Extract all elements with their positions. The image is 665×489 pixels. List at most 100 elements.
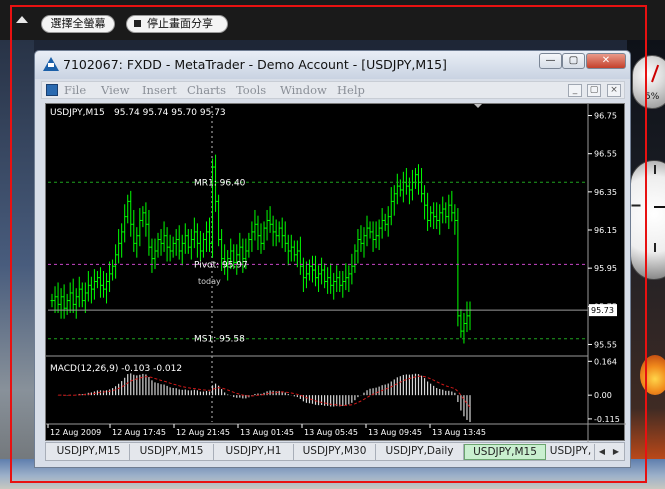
- time-tick-label: 13 Aug 09:45: [368, 428, 422, 437]
- ohlc-bar: [286, 234, 290, 266]
- ohlc-bar: [165, 227, 169, 262]
- ohlc-bar: [262, 221, 266, 251]
- ohlc-bar: [53, 286, 57, 313]
- ohlc-bar: [111, 259, 115, 281]
- ohlc-bar: [289, 234, 293, 262]
- macd-signal-line: [58, 375, 471, 408]
- ohlc-bar: [159, 229, 163, 256]
- ohlc-bar: [129, 190, 133, 237]
- ohlc-bar: [365, 215, 369, 247]
- ohlc-bar: [268, 206, 272, 233]
- ohlc-bar: [350, 253, 354, 285]
- ohlc-bar: [62, 284, 66, 319]
- ohlc-bar: [123, 204, 127, 243]
- ohlc-bar: [459, 309, 463, 338]
- desktop-left-strip: [0, 40, 34, 489]
- maximize-button[interactable]: ▢: [562, 53, 585, 69]
- tab-prev-icon[interactable]: ◀: [596, 445, 608, 459]
- menu-help[interactable]: Help: [337, 83, 365, 97]
- ohlc-bar: [132, 209, 136, 252]
- ohlc-bar: [468, 301, 472, 331]
- ohlc-bar: [386, 206, 390, 237]
- price-tick-label: 96.35: [594, 188, 617, 197]
- ohlc-bar: [114, 244, 118, 279]
- ohlc-bar: [174, 229, 178, 256]
- ohlc-bar: [356, 229, 360, 264]
- screen-share-toolbar: 選擇全螢幕 停止畫面分享: [0, 0, 665, 40]
- ohlc-bar: [301, 257, 305, 292]
- document-icon: [46, 84, 58, 96]
- clock-gadget[interactable]: [630, 160, 665, 280]
- ohlc-bar: [332, 272, 336, 300]
- menu-charts[interactable]: Charts: [187, 83, 226, 97]
- menu-window[interactable]: Window: [280, 83, 327, 97]
- macd-indicator: [57, 373, 471, 423]
- menu-tools[interactable]: Tools: [236, 83, 266, 97]
- time-tick-label: 13 Aug 13:45: [432, 428, 486, 437]
- collapse-arrow-icon[interactable]: [16, 16, 28, 23]
- ohlc-bar: [368, 221, 372, 239]
- ohlc-bar: [377, 219, 381, 251]
- tab-usdjpy-m15-2[interactable]: USDJPY,M15: [130, 444, 214, 460]
- pivot-levels: MR1: 96.40 Pivot: 95.97 MS1: 95.58: [48, 178, 588, 345]
- tab-usdjpy-daily[interactable]: USDJPY,Daily: [376, 444, 464, 460]
- ohlc-bar: [183, 223, 187, 254]
- ohlc-bar: [441, 196, 445, 224]
- tab-usdjpy-m15-1[interactable]: USDJPY,M15: [48, 444, 130, 460]
- macd-label: MACD(12,26,9) -0.103 -0.012: [50, 364, 182, 374]
- ohlc-bar: [404, 168, 408, 195]
- menu-view[interactable]: View: [101, 83, 129, 97]
- ohlc-bar: [105, 272, 109, 304]
- ohlc-bar: [298, 236, 302, 275]
- close-button[interactable]: ✕: [586, 53, 626, 69]
- time-tick-label: 13 Aug 01:45: [240, 428, 294, 437]
- time-tick-label: 13 Aug 05:45: [304, 428, 358, 437]
- ohlc-bar: [168, 234, 172, 262]
- chart-grid: [46, 104, 626, 442]
- ohlc-bar: [195, 223, 199, 258]
- title-bar[interactable]: 7102067: FXDD - MetaTrader - Demo Accoun…: [35, 51, 630, 79]
- price-tick-label: 95.55: [594, 340, 617, 349]
- document-restore-button[interactable]: ▢: [587, 84, 601, 97]
- ohlc-bar: [426, 192, 430, 231]
- tab-usdjpy-partial[interactable]: USDJPY,: [547, 444, 595, 460]
- tab-next-icon[interactable]: ▶: [610, 445, 622, 459]
- ohlc-bar: [323, 263, 327, 289]
- tab-usdjpy-m30[interactable]: USDJPY,M30: [294, 444, 376, 460]
- menu-file[interactable]: File: [64, 83, 86, 97]
- chart-panel[interactable]: MR1: 96.40 Pivot: 95.97 MS1: 95.58 96.75 96…: [45, 103, 626, 442]
- ohlc-bar: [247, 232, 251, 258]
- price-tick-label: 95.95: [594, 264, 617, 273]
- minimize-button[interactable]: —: [539, 53, 562, 69]
- ohlc-bar: [89, 276, 93, 304]
- select-fullscreen-button[interactable]: 選擇全螢幕: [41, 15, 115, 33]
- ohlc-bar: [238, 232, 242, 264]
- clock-tick: [654, 165, 656, 174]
- metatrader-logo-icon: [43, 57, 59, 71]
- ohlc-bar: [192, 217, 196, 249]
- ohlc-bar: [204, 221, 208, 252]
- stop-sharing-button[interactable]: 停止畫面分享: [126, 15, 228, 33]
- ohlc-bar: [389, 187, 393, 226]
- tab-usdjpy-h1[interactable]: USDJPY,H1: [214, 444, 294, 460]
- ohlc-bar: [456, 208, 460, 327]
- ohlc-bar: [198, 230, 202, 262]
- window-title: 7102067: FXDD - MetaTrader - Demo Accoun…: [63, 57, 447, 72]
- price-chart[interactable]: MR1: 96.40 Pivot: 95.97 MS1: 95.58 96.75 96…: [46, 104, 626, 442]
- chart-shift-marker-icon: [474, 104, 482, 108]
- time-tick-label: 12 Aug 17:45: [112, 428, 166, 437]
- ohlc-bar: [201, 232, 205, 258]
- menu-insert[interactable]: Insert: [142, 83, 177, 97]
- macd-tick-label: 0.00: [594, 391, 612, 400]
- document-minimize-button[interactable]: _: [568, 84, 582, 97]
- ohlc-bar: [74, 288, 78, 319]
- ohlc-bar: [80, 282, 84, 308]
- ohlc-bar: [326, 267, 330, 294]
- ohlc-bar: [68, 282, 72, 313]
- metatrader-window: 7102067: FXDD - MetaTrader - Demo Accoun…: [34, 50, 631, 468]
- ohlc-bar: [277, 221, 281, 243]
- ohlc-bar: [335, 265, 339, 292]
- cpu-meter-gadget[interactable]: 5%: [632, 55, 665, 109]
- document-close-button[interactable]: ×: [607, 84, 621, 97]
- tab-usdjpy-m15-active[interactable]: USDJPY,M15: [464, 444, 546, 460]
